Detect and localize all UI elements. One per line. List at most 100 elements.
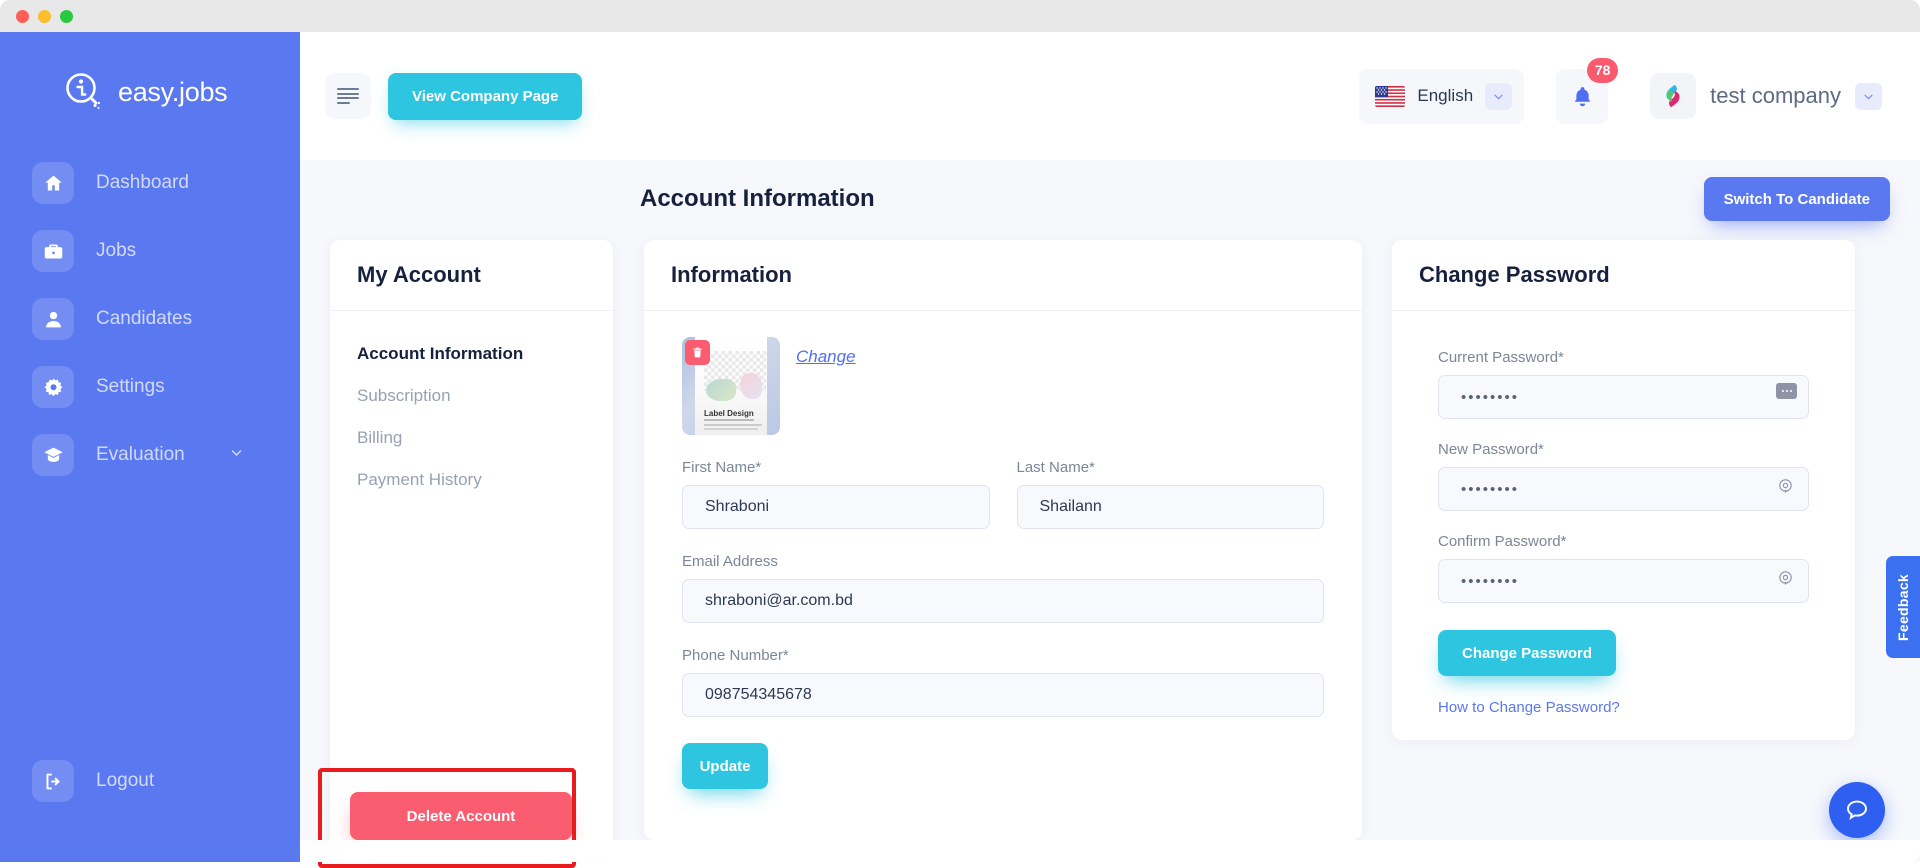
sidebar-item-label: Jobs [96, 240, 136, 262]
phone-row: Phone Number* [682, 647, 1324, 717]
top-bar: View Company Page [300, 32, 1920, 160]
my-account-menu: Account Information Subscription Billing… [330, 311, 613, 501]
brand-logo-area[interactable]: easy.jobs [0, 32, 300, 114]
information-title: Information [644, 240, 1362, 311]
email-row: Email Address [682, 553, 1324, 623]
update-button[interactable]: Update [682, 743, 768, 789]
window-minimize-button[interactable] [38, 10, 51, 23]
eye-icon[interactable] [1775, 567, 1795, 587]
sidebar-item-settings[interactable]: Settings [0, 360, 300, 414]
sidebar-item-label: Evaluation [96, 444, 185, 466]
sidebar-item-logout[interactable]: Logout [0, 754, 300, 808]
user-icon [32, 298, 74, 340]
last-name-label: Last Name* [1017, 459, 1325, 476]
cards-row: My Account Account Information Subscript… [300, 240, 1920, 853]
avatar-caption: Label Design [704, 409, 754, 418]
sidebar-item-evaluation[interactable]: Evaluation [0, 428, 300, 482]
change-password-card: Change Password Current Password* New Pa… [1392, 240, 1855, 740]
email-field: Email Address [682, 553, 1324, 623]
trash-icon[interactable] [685, 340, 710, 365]
avatar-image-line-2 [704, 424, 762, 426]
graduation-cap-icon [32, 434, 74, 476]
notification-badge: 78 [1587, 58, 1618, 83]
easyjobs-logo-icon [62, 70, 106, 114]
first-name-input[interactable] [682, 485, 990, 529]
current-password-label: Current Password* [1438, 349, 1809, 366]
sidebar-item-label: Dashboard [96, 172, 189, 194]
window-close-button[interactable] [16, 10, 29, 23]
avatar[interactable]: Label Design [682, 337, 780, 435]
chevron-down-icon[interactable] [1485, 83, 1512, 110]
last-name-input[interactable] [1017, 485, 1325, 529]
information-card: Information Label Design [644, 240, 1362, 840]
keyboard-icon[interactable] [1776, 383, 1797, 399]
my-account-title: My Account [330, 240, 613, 311]
avatar-image-shape-2 [740, 373, 762, 399]
language-selector[interactable]: English [1359, 69, 1524, 124]
how-to-change-password-link[interactable]: How to Change Password? [1438, 699, 1809, 716]
page-header: Account Information Switch To Candidate [300, 160, 1920, 240]
feedback-tab-label: Feedback [1895, 574, 1911, 641]
confirm-password-input[interactable] [1438, 559, 1809, 603]
switch-to-candidate-button[interactable]: Switch To Candidate [1704, 177, 1890, 221]
eye-icon[interactable] [1775, 475, 1795, 495]
menu-item-billing[interactable]: Billing [330, 417, 613, 459]
menu-item-payment-history[interactable]: Payment History [330, 459, 613, 501]
sidebar-nav: Dashboard Jobs Candidates Settings Evalu… [0, 156, 300, 482]
avatar-image-shape-1 [706, 379, 736, 401]
email-label: Email Address [682, 553, 1324, 570]
sidebar-item-label: Logout [96, 770, 154, 792]
sidebar-item-label: Candidates [96, 308, 192, 330]
company-switcher[interactable]: test company [1650, 73, 1920, 119]
us-flag-icon [1375, 86, 1405, 107]
change-avatar-link[interactable]: Change [796, 347, 856, 367]
new-password-input[interactable] [1438, 467, 1809, 511]
sidebar: easy.jobs Dashboard Jobs Candidates Sett… [0, 32, 300, 862]
first-name-field: First Name* [682, 459, 990, 529]
avatar-row: Label Design Change [682, 337, 1324, 435]
menu-item-account-information[interactable]: Account Information [330, 333, 613, 375]
sidebar-item-label: Settings [96, 376, 165, 398]
avatar-image-line-3 [704, 428, 758, 430]
sidebar-item-dashboard[interactable]: Dashboard [0, 156, 300, 210]
phone-field: Phone Number* [682, 647, 1324, 717]
company-logo-icon [1650, 73, 1696, 119]
information-body: Label Design Change First Name* [644, 311, 1362, 789]
window-bottom-strip [300, 840, 1920, 862]
sidebar-item-jobs[interactable]: Jobs [0, 224, 300, 278]
chat-bubble-icon[interactable] [1829, 782, 1885, 838]
email-input[interactable] [682, 579, 1324, 623]
confirm-password-label: Confirm Password* [1438, 533, 1809, 550]
chevron-down-icon[interactable] [229, 445, 244, 465]
avatar-image-line-1 [704, 419, 754, 421]
first-name-label: First Name* [682, 459, 990, 476]
company-name: test company [1710, 83, 1841, 109]
feedback-tab[interactable]: Feedback [1886, 556, 1920, 658]
change-password-body: Current Password* New Password* Confirm … [1392, 311, 1855, 716]
briefcase-icon [32, 230, 74, 272]
brand-name: easy.jobs [118, 77, 227, 108]
phone-label: Phone Number* [682, 647, 1324, 664]
notifications-button[interactable]: 78 [1556, 69, 1608, 124]
new-password-field: New Password* [1438, 441, 1809, 511]
page-title: Account Information [640, 185, 875, 213]
last-name-field: Last Name* [1017, 459, 1325, 529]
change-password-title: Change Password [1392, 240, 1855, 311]
my-account-card: My Account Account Information Subscript… [330, 240, 613, 853]
hamburger-icon[interactable] [325, 73, 371, 119]
menu-item-subscription[interactable]: Subscription [330, 375, 613, 417]
home-icon [32, 162, 74, 204]
confirm-password-field: Confirm Password* [1438, 533, 1809, 603]
window-maximize-button[interactable] [60, 10, 73, 23]
language-value: English [1417, 86, 1473, 106]
phone-input[interactable] [682, 673, 1324, 717]
top-bar-right: English 78 test company [1359, 69, 1920, 124]
change-password-button[interactable]: Change Password [1438, 630, 1616, 676]
current-password-input[interactable] [1438, 375, 1809, 419]
chevron-down-icon[interactable] [1855, 83, 1882, 110]
sidebar-item-candidates[interactable]: Candidates [0, 292, 300, 346]
gear-icon [32, 366, 74, 408]
view-company-page-button[interactable]: View Company Page [388, 73, 582, 120]
current-password-field: Current Password* [1438, 349, 1809, 419]
main-content: Account Information Switch To Candidate … [300, 160, 1920, 862]
